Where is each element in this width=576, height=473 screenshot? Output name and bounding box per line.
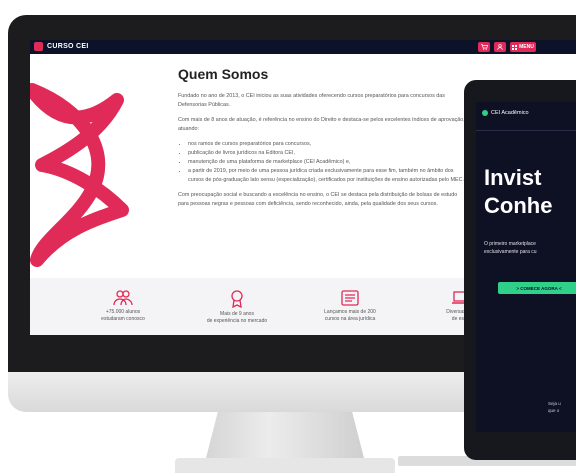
- list-item: nos ramos de cursos preparatórios para c…: [188, 140, 468, 149]
- headline-line-2: Conhe: [484, 193, 553, 218]
- list-item: manutenção de uma plataforma de marketpl…: [188, 158, 468, 167]
- user-button[interactable]: [494, 42, 506, 52]
- subtitle-line-2: exclusivamente para cu: [484, 249, 537, 255]
- footer-line-2: que o: [548, 408, 560, 413]
- brand-dot-icon: [482, 110, 488, 116]
- cart-icon: [480, 44, 488, 50]
- document-icon: [341, 290, 359, 306]
- monitor-stand-base: [175, 458, 395, 473]
- grid-icon: [512, 44, 518, 50]
- award-icon: [231, 290, 243, 308]
- brand-star-graphic: [30, 83, 129, 267]
- stat-line-1: Lançamos mais de 200: [324, 309, 376, 315]
- page-title: Quem Somos: [178, 66, 269, 82]
- about-paragraph-3: Com preocupação social e buscando a exce…: [178, 192, 458, 207]
- laptop-subtitle: O primeiro marketplace exclusivamente pa…: [484, 240, 576, 256]
- stat-line-1: +75.000 alunos: [105, 309, 141, 315]
- user-icon: [497, 44, 503, 50]
- logo-text: CURSO CEI: [47, 43, 89, 50]
- start-now-button[interactable]: > COMECE AGORA <: [498, 282, 576, 294]
- site-header: CURSO CEI MENU: [30, 40, 576, 54]
- laptop-screen: CEI Acadêmico Invist Conhe O primeiro ma…: [476, 102, 576, 432]
- stat-line-2: estudaram conosco: [101, 316, 145, 322]
- list-item: a partir de 2019, por meio de uma pessoa…: [188, 167, 468, 185]
- monitor-stand: [205, 412, 365, 462]
- stat-courses: Lançamos mais de 200 cursos na área jurí…: [305, 290, 395, 323]
- cart-button[interactable]: [478, 42, 490, 52]
- about-paragraph-1: Fundado no ano de 2013, o CEI iniciou as…: [178, 93, 446, 108]
- laptop-header-divider: [476, 130, 576, 131]
- laptop-brand[interactable]: CEI Acadêmico: [482, 110, 529, 116]
- site-logo[interactable]: CURSO CEI: [34, 42, 89, 51]
- people-icon: [113, 290, 133, 306]
- headline-line-1: Invist: [484, 165, 542, 190]
- list-item: publicação de livros jurídicos na Editor…: [188, 149, 468, 158]
- header-actions: MENU: [478, 42, 536, 52]
- stat-line-2: cursos na área jurídica: [324, 316, 376, 322]
- laptop-brand-text: CEI Acadêmico: [491, 110, 529, 116]
- stat-line-1: Mais de 9 anos: [220, 311, 254, 317]
- about-paragraph-2: Com mais de 8 anos de atuação, é referên…: [178, 117, 465, 132]
- laptop-footer-text: Seja u que o: [548, 400, 561, 414]
- about-section: Quem Somos Fundado no ano de 2013, o CEI…: [178, 66, 468, 215]
- stat-line-2: de experiência no mercado: [206, 318, 268, 324]
- footer-line-1: Seja u: [548, 401, 561, 406]
- menu-label: MENU: [519, 44, 534, 50]
- subtitle-line-1: O primeiro marketplace: [484, 241, 536, 247]
- laptop-headline: Invist Conhe: [484, 164, 552, 220]
- stat-students: +75.000 alunos estudaram conosco: [78, 290, 168, 323]
- activities-list: nos ramos de cursos preparatórios para c…: [178, 140, 468, 185]
- menu-button[interactable]: MENU: [510, 42, 536, 52]
- stat-experience: Mais de 9 anos de experiência no mercado: [192, 290, 282, 325]
- logo-icon: [34, 42, 43, 51]
